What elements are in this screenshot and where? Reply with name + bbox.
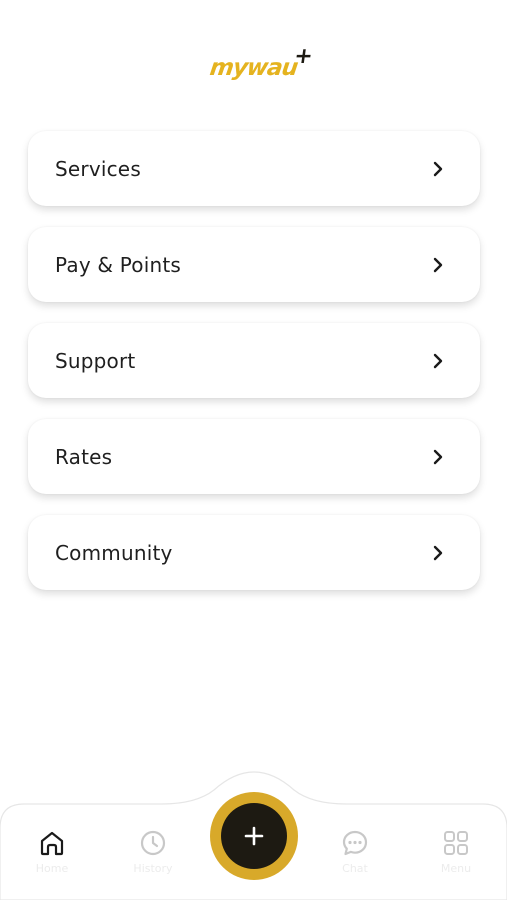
app-logo: mywau + <box>0 44 507 88</box>
chevron-right-icon <box>433 353 443 368</box>
menu-item-services[interactable]: Services <box>28 131 480 206</box>
nav-item-chat[interactable]: Chat <box>320 828 390 875</box>
nav-label-history: History <box>133 862 173 875</box>
chat-bubble-icon <box>342 830 368 856</box>
nav-label-menu: Menu <box>440 862 472 875</box>
logo-text: mywau <box>208 55 299 81</box>
nav-item-history[interactable]: History <box>118 828 188 875</box>
clock-icon <box>140 830 166 856</box>
grid-icon <box>444 831 468 855</box>
nav-label-chat: Chat <box>342 862 368 875</box>
bottom-navigation-bar: Home History Chat Menu <box>0 760 507 900</box>
add-fab-button[interactable] <box>210 792 298 880</box>
nav-item-home[interactable]: Home <box>17 828 87 875</box>
nav-label-home: Home <box>35 862 69 875</box>
chevron-right-icon <box>433 449 443 464</box>
menu-item-label: Services <box>55 156 141 181</box>
chevron-right-icon <box>433 161 443 176</box>
menu-list: Services Pay & Points Support Rates Comm… <box>28 131 480 590</box>
nav-item-menu[interactable]: Menu <box>421 828 491 875</box>
chevron-right-icon <box>433 257 443 272</box>
menu-item-rates[interactable]: Rates <box>28 419 480 494</box>
menu-item-label: Community <box>55 540 173 565</box>
chevron-right-icon <box>433 545 443 560</box>
home-icon <box>40 831 64 856</box>
logo-plus-mark: + <box>292 44 314 69</box>
plus-icon <box>244 826 264 846</box>
menu-item-community[interactable]: Community <box>28 515 480 590</box>
menu-screen: mywau + Services Pay & Points Support Ra… <box>0 0 507 900</box>
menu-item-label: Rates <box>55 444 113 469</box>
logo-wordmark: mywau + <box>208 44 313 81</box>
menu-item-pay-points[interactable]: Pay & Points <box>28 227 480 302</box>
menu-item-label: Support <box>55 348 136 373</box>
fab-center <box>221 803 287 869</box>
menu-item-support[interactable]: Support <box>28 323 480 398</box>
menu-item-label: Pay & Points <box>55 252 182 277</box>
